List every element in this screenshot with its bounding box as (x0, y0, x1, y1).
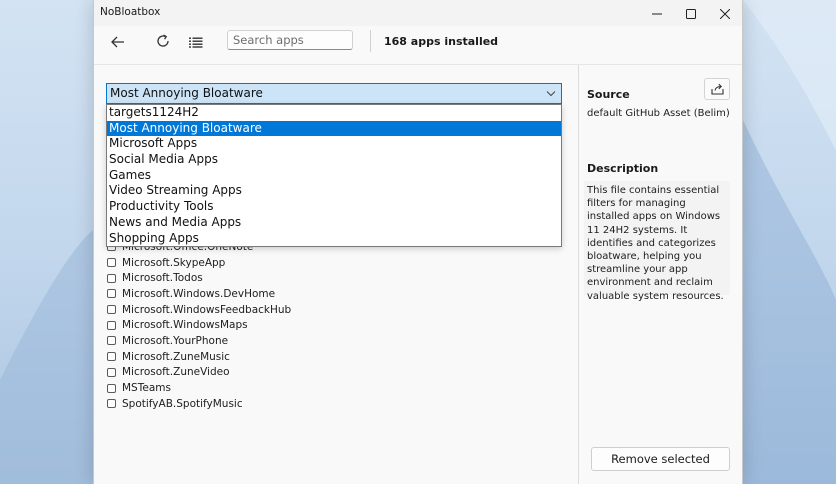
main-panel: Most Annoying Bloatware targets1124H2 Mos… (94, 65, 578, 484)
app-list-item[interactable]: Microsoft.ZuneVideo (107, 365, 407, 381)
toolbar: 168 apps installed (94, 26, 742, 64)
details-panel: Source default GitHub Asset (Belim) Desc… (579, 65, 742, 484)
app-name: Microsoft.ZuneMusic (122, 350, 230, 363)
refresh-button[interactable] (150, 31, 176, 53)
dropdown-option[interactable]: Shopping Apps (107, 231, 561, 247)
app-name: Microsoft.SkypeApp (122, 256, 226, 269)
app-list: Microsoft.Office.OneNoteMicrosoft.SkypeA… (107, 239, 407, 412)
app-name: Microsoft.Windows.DevHome (122, 287, 276, 300)
close-icon (719, 4, 731, 23)
app-list-item[interactable]: SpotifyAB.SpotifyMusic (107, 396, 407, 412)
description-heading: Description (587, 162, 659, 175)
app-checkbox[interactable] (107, 320, 116, 330)
dropdown-option[interactable]: Social Media Apps (107, 152, 561, 168)
chevron-down-icon (545, 87, 557, 99)
dropdown-option[interactable]: News and Media Apps (107, 215, 561, 231)
app-checkbox[interactable] (107, 367, 116, 377)
dropdown-option[interactable]: targets1124H2 (107, 105, 561, 121)
app-window: NoBloatbox Search apps 168 apps installe… (93, 0, 743, 484)
minimize-icon (652, 4, 662, 23)
apps-count: 168 apps installed (384, 35, 499, 48)
app-list-item[interactable]: Microsoft.WindowsMaps (107, 317, 407, 333)
maximize-icon (686, 4, 696, 23)
app-checkbox[interactable] (107, 305, 116, 315)
app-name: Microsoft.ZuneVideo (122, 366, 230, 379)
refresh-icon (156, 33, 170, 52)
search-input[interactable] (227, 30, 353, 50)
app-name: Microsoft.WindowsFeedbackHub (122, 303, 292, 316)
filter-select[interactable]: Most Annoying Bloatware (106, 83, 562, 104)
list-icon (189, 33, 203, 52)
dropdown-option[interactable]: Microsoft Apps (107, 136, 561, 152)
app-list-item[interactable]: Microsoft.WindowsFeedbackHub (107, 302, 407, 318)
app-name: MSTeams (122, 382, 171, 395)
back-button[interactable] (105, 31, 131, 53)
description-text: This file contains essential filters for… (584, 181, 730, 302)
app-checkbox[interactable] (107, 258, 116, 268)
app-name: Microsoft.YourPhone (122, 334, 229, 347)
app-name: SpotifyAB.SpotifyMusic (122, 397, 243, 410)
window-title: NoBloatbox (100, 6, 161, 18)
app-checkbox[interactable] (107, 289, 116, 299)
app-checkbox[interactable] (107, 273, 116, 283)
app-checkbox[interactable] (107, 352, 116, 362)
dropdown-option[interactable]: Games (107, 168, 561, 184)
app-list-item[interactable]: Microsoft.ZuneMusic (107, 349, 407, 365)
close-button[interactable] (708, 0, 742, 26)
toolbar-separator (370, 30, 371, 52)
back-arrow-icon (111, 33, 125, 52)
title-bar: NoBloatbox (94, 0, 742, 26)
maximize-button[interactable] (674, 0, 708, 26)
dropdown-option[interactable]: Most Annoying Bloatware (107, 120, 561, 137)
app-list-item[interactable]: Microsoft.Windows.DevHome (107, 286, 407, 302)
app-list-item[interactable]: Microsoft.YourPhone (107, 333, 407, 349)
source-value: default GitHub Asset (Belim) (587, 108, 730, 119)
app-list-item[interactable]: Microsoft.Todos (107, 270, 407, 286)
filter-dropdown-list: targets1124H2 Most Annoying Bloatware Micr… (106, 104, 562, 247)
app-checkbox[interactable] (107, 383, 116, 393)
app-checkbox[interactable] (107, 336, 116, 346)
dropdown-option[interactable]: Video Streaming Apps (107, 183, 561, 199)
share-button[interactable] (704, 78, 730, 100)
remove-selected-button[interactable]: Remove selected (591, 447, 730, 471)
list-view-button[interactable] (183, 31, 209, 53)
app-list-item[interactable]: Microsoft.SkypeApp (107, 255, 407, 271)
source-heading: Source (587, 88, 630, 101)
app-list-item[interactable]: MSTeams (107, 380, 407, 396)
dropdown-option[interactable]: Productivity Tools (107, 199, 561, 215)
minimize-button[interactable] (640, 0, 674, 26)
app-checkbox[interactable] (107, 399, 116, 409)
app-name: Microsoft.WindowsMaps (122, 319, 248, 332)
app-name: Microsoft.Todos (122, 272, 203, 285)
filter-selected-value: Most Annoying Bloatware (110, 86, 263, 100)
share-icon (710, 80, 724, 99)
